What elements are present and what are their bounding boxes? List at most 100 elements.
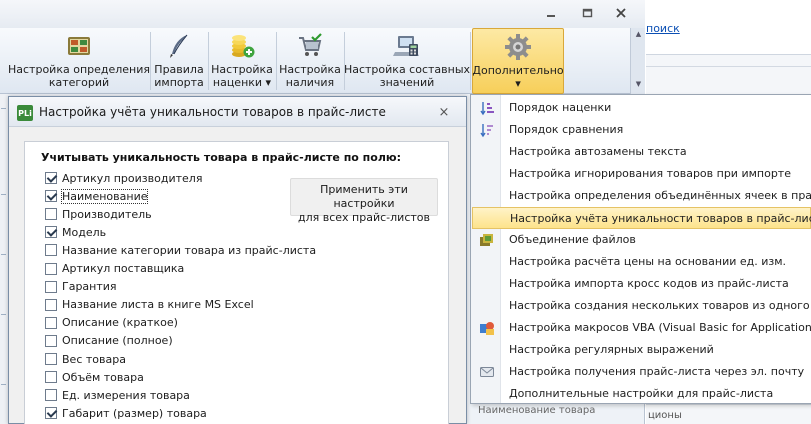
- quill-pen-icon: [170, 34, 188, 58]
- sort-compare-icon: [479, 122, 495, 138]
- field-checkbox-row[interactable]: Производитель: [45, 206, 152, 222]
- checkbox-checked[interactable]: [45, 172, 57, 184]
- field-checkbox-label: Модель: [62, 225, 107, 239]
- menu-item[interactable]: Настройка создания нескольких товаров из…: [472, 295, 811, 317]
- close-icon: ×: [438, 104, 450, 120]
- menu-item-label: Порядок сравнения: [509, 123, 624, 136]
- field-checkbox-label: Ед. измерения товара: [62, 388, 190, 402]
- menu-item-label: Настройка регулярных выражений: [509, 343, 714, 356]
- search-link[interactable]: поиск: [646, 22, 680, 35]
- menu-item-label: Настройка импорта кросс кодов из прайс-л…: [509, 277, 789, 290]
- right-pane-label: ционы: [648, 410, 682, 421]
- menu-item-label: Порядок наценки: [509, 101, 612, 114]
- menu-item[interactable]: Порядок наценки: [472, 97, 811, 119]
- menu-item-label: Объединение файлов: [509, 233, 636, 246]
- checkbox-unchecked[interactable]: [45, 371, 57, 384]
- checkbox-unchecked[interactable]: [45, 353, 57, 365]
- close-icon[interactable]: [610, 5, 632, 21]
- menu-item[interactable]: Настройка получения прайс-листа через эл…: [472, 361, 811, 383]
- chevron-down-icon: ▾: [515, 77, 521, 90]
- field-checkbox-row[interactable]: Название листа в книге MS Excel: [45, 297, 254, 313]
- ribbon-scrollbar[interactable]: ▲ ▼: [630, 28, 645, 94]
- menu-item[interactable]: Настройка учёта уникальности товаров в п…: [472, 207, 811, 229]
- menu-item[interactable]: Настройка макросов VBA (Visual Basic for…: [472, 317, 811, 339]
- checkbox-unchecked[interactable]: [45, 316, 57, 329]
- field-checkbox-row[interactable]: Описание (полное): [45, 333, 173, 349]
- checkbox-unchecked[interactable]: [45, 280, 57, 293]
- menu-item[interactable]: Дополнительные настройки для прайс-листа: [472, 383, 811, 405]
- ribbon-additional-button[interactable]: Дополнительно ▾: [472, 28, 564, 94]
- field-checkbox-label: Наименование: [60, 188, 149, 204]
- vba-macro-icon: [479, 320, 495, 336]
- dialog-title: Настройка учёта уникальности товаров в п…: [39, 105, 386, 119]
- checkbox-unchecked[interactable]: [45, 208, 57, 221]
- field-checkbox-label: Описание (полное): [62, 334, 173, 348]
- field-checkbox-row[interactable]: Вес товара: [45, 351, 126, 367]
- ribbon-separator: [150, 32, 151, 90]
- apply-all-button[interactable]: Применить эти настройки для всех прайс-л…: [290, 178, 438, 224]
- field-checkbox-label: Габарит (размер) товара: [62, 406, 207, 420]
- additional-dropdown-menu: Порядок наценки Порядок сравнения Настройк…: [470, 94, 811, 404]
- ribbon-separator: [470, 32, 471, 90]
- checkbox-checked[interactable]: [45, 407, 57, 420]
- mail-icon: [479, 364, 495, 380]
- ribbon-separator: [276, 32, 277, 90]
- field-checkbox-row[interactable]: Ед. измерения товара: [45, 387, 190, 403]
- field-checkbox-row[interactable]: Название категории товара из прайс-листа: [45, 242, 316, 258]
- field-checkbox-label: Артикул поставщика: [62, 262, 185, 275]
- menu-item[interactable]: Настройка определения объединённых ячеек…: [472, 185, 811, 207]
- scroll-down-icon[interactable]: ▼: [631, 80, 646, 92]
- menu-item[interactable]: Настройка регулярных выражений: [472, 339, 811, 361]
- panel-heading: Учитывать уникальность товара в прайс-ли…: [41, 151, 401, 164]
- menu-item[interactable]: Объединение файлов: [472, 229, 811, 251]
- ribbon-composite-values-button[interactable]: Настройка составных значений: [343, 28, 471, 94]
- menu-item[interactable]: Порядок сравнения: [472, 119, 811, 141]
- apply-all-label: для всех прайс-листов: [298, 211, 430, 224]
- ribbon-markup-settings-button[interactable]: Настройка наценки ▾: [210, 28, 274, 94]
- field-checkbox-label: Производитель: [62, 207, 152, 221]
- ribbon-separator: [208, 32, 209, 90]
- field-checkbox-row[interactable]: Объём товара: [45, 369, 144, 385]
- dialog-panel: Учитывать уникальность товара в прайс-ли…: [24, 141, 449, 424]
- checkbox-checked[interactable]: [45, 190, 57, 203]
- ribbon-category-settings-button[interactable]: Настройка определения категорий: [8, 28, 150, 94]
- checkbox-unchecked[interactable]: [45, 334, 57, 347]
- menu-item[interactable]: Настройка расчёта цены на основании ед. …: [472, 251, 811, 273]
- field-checkbox-row[interactable]: Габарит (размер) товара: [45, 405, 207, 421]
- menu-item[interactable]: Настройка игнорирования товаров при импо…: [472, 163, 811, 185]
- checkbox-checked[interactable]: [45, 226, 57, 239]
- files-merge-icon: [479, 232, 495, 248]
- field-checkbox-label: Гарантия: [62, 280, 117, 294]
- field-checkbox-row[interactable]: Артикул производителя: [45, 170, 202, 186]
- field-checkbox-label: Название листа в книге MS Excel: [62, 298, 254, 312]
- scroll-up-icon[interactable]: ▲: [631, 30, 646, 42]
- field-checkbox-row[interactable]: Модель: [45, 224, 106, 240]
- checkbox-unchecked[interactable]: [45, 389, 57, 402]
- ribbon-label: Настройка: [279, 63, 341, 76]
- field-checkbox-row[interactable]: Гарантия: [45, 279, 117, 295]
- menu-item[interactable]: Настройка автозамены текста: [472, 141, 811, 163]
- maximize-icon[interactable]: [576, 5, 598, 21]
- app-logo-icon: PLi: [17, 105, 33, 121]
- ribbon-label: наценки ▾: [212, 76, 272, 89]
- field-checkbox-row[interactable]: Артикул поставщика: [45, 261, 184, 277]
- field-checkbox-row[interactable]: Наименование: [45, 188, 149, 204]
- menu-item-label: Настройка игнорирования товаров при импо…: [509, 167, 791, 180]
- uniqueness-settings-dialog: PLi Настройка учёта уникальности товаров…: [8, 96, 467, 424]
- minimize-icon[interactable]: [540, 5, 562, 21]
- menu-item[interactable]: Настройка импорта кросс кодов из прайс-л…: [472, 273, 811, 295]
- field-checkbox-row[interactable]: Описание (краткое): [45, 315, 178, 331]
- grid-line: [1, 254, 6, 255]
- dialog-close-button[interactable]: ×: [435, 103, 453, 121]
- sort-arrows-icon: [479, 100, 495, 116]
- ribbon-import-rules-button[interactable]: Правила импорта: [152, 28, 206, 94]
- checkbox-unchecked[interactable]: [45, 244, 57, 257]
- checkbox-unchecked[interactable]: [45, 298, 57, 311]
- ribbon-label: Настройка составных: [343, 63, 471, 76]
- coins-add-icon: [232, 35, 255, 58]
- checkbox-unchecked[interactable]: [45, 262, 57, 275]
- menu-item-label: Настройка создания нескольких товаров из…: [509, 299, 811, 312]
- ribbon-availability-settings-button[interactable]: Настройка наличия: [278, 28, 342, 94]
- category-grid-icon: [68, 37, 90, 55]
- field-checkbox-label: Название категории товара из прайс-листа: [62, 243, 317, 257]
